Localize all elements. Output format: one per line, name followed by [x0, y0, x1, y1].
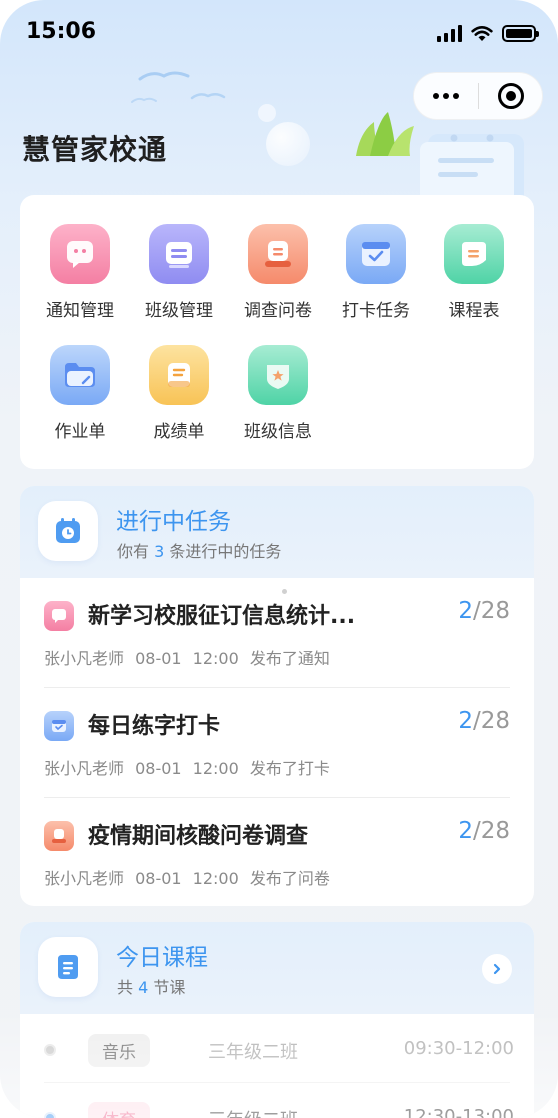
- tasks-section: 进行中任务 你有 3 条进行中的任务 新学习校服征订信息统计... 2/28 张…: [20, 486, 534, 906]
- progress-total: /28: [472, 708, 510, 734]
- phone-screen: 15:06 慧管家校通 通知管理 班级管理 调查问卷 打卡任务 课程表 作业单 …: [0, 0, 558, 1118]
- feature-grid-card: 通知管理 班级管理 调查问卷 打卡任务 课程表 作业单 成绩单 班级信息: [20, 195, 534, 469]
- progress-done: 2: [458, 818, 473, 844]
- course-count: 4: [138, 978, 149, 997]
- grid-label: 调查问卷: [244, 301, 312, 321]
- subject-tag: 音乐: [88, 1034, 150, 1067]
- courses-section-header[interactable]: 今日课程 共 4 节课: [20, 922, 534, 1014]
- grid-item-survey[interactable]: 调查问卷: [228, 224, 328, 321]
- task-meta: 张小凡老师 08-01 12:00 发布了问卷: [44, 869, 330, 888]
- class-manage-icon: [149, 224, 209, 284]
- grid-label: 通知管理: [46, 301, 114, 321]
- subtitle-suffix: 节课: [153, 978, 186, 997]
- grid-item-report-card[interactable]: 成绩单: [129, 345, 229, 442]
- progress-done: 2: [458, 598, 473, 624]
- grid-item-schedule[interactable]: 课程表: [424, 224, 524, 321]
- task-title: 疫情期间核酸问卷调查: [88, 824, 309, 849]
- task-item[interactable]: 每日练字打卡 2/28 张小凡老师 08-01 12:00 发布了打卡: [44, 688, 510, 798]
- task-progress: 2/28: [458, 818, 510, 844]
- task-progress: 2/28: [458, 708, 510, 734]
- progress-done: 2: [458, 708, 473, 734]
- grid-item-checkin[interactable]: 打卡任务: [326, 224, 426, 321]
- task-item[interactable]: 新学习校服征订信息统计... 2/28 张小凡老师 08-01 12:00 发布…: [44, 578, 510, 688]
- checkin-calendar-icon: [346, 224, 406, 284]
- plant-decoration: [356, 112, 414, 156]
- view-all-button[interactable]: [482, 954, 512, 984]
- chevron-right-icon: [493, 963, 501, 975]
- task-title: 新学习校服征订信息统计...: [88, 604, 356, 629]
- grid-item-class-manage[interactable]: 班级管理: [129, 224, 229, 321]
- homework-folder-icon: [50, 345, 110, 405]
- grid-item-class-info[interactable]: 班级信息: [228, 345, 328, 442]
- task-progress: 2/28: [458, 598, 510, 624]
- battery-icon: [502, 25, 539, 42]
- calendar-clock-icon: [56, 518, 80, 543]
- course-time: 12:30-13:00: [403, 1106, 514, 1118]
- survey-icon: [248, 224, 308, 284]
- grid-label: 作业单: [54, 422, 106, 442]
- course-row[interactable]: 音乐 三年级二班 09:30-12:00: [44, 1018, 514, 1082]
- more-button[interactable]: [414, 93, 478, 99]
- task-count: 3: [154, 542, 165, 561]
- course-time: 09:30-12:00: [403, 1038, 514, 1059]
- document-icon: [58, 955, 78, 979]
- report-card-icon: [149, 345, 209, 405]
- grid-label: 打卡任务: [342, 301, 410, 321]
- section-subtitle: 你有 3 条进行中的任务: [117, 538, 281, 562]
- course-class: 三年级二班: [208, 1042, 298, 1063]
- chat-bubble-icon: [50, 224, 110, 284]
- head-icon-box: [38, 937, 98, 997]
- wifi-icon: [471, 26, 493, 41]
- section-title: 进行中任务: [116, 509, 231, 535]
- progress-total: /28: [472, 818, 510, 844]
- checkin-icon: [44, 711, 74, 741]
- survey-icon: [44, 821, 74, 851]
- subtitle-prefix: 你有: [117, 542, 150, 561]
- notepad-decoration: [420, 134, 524, 196]
- subtitle-suffix: 条进行中的任务: [169, 542, 282, 561]
- task-title: 每日练字打卡: [88, 714, 221, 739]
- head-icon-box: [38, 501, 98, 561]
- birds-decoration: [131, 71, 226, 103]
- grid-label: 成绩单: [153, 422, 205, 442]
- courses-section: 今日课程 共 4 节课 音乐 三年级二班 09:30-12:00 体育 三年级二…: [20, 922, 534, 1118]
- timeline-dot: [44, 1044, 56, 1056]
- bubble-decoration-small: [258, 104, 276, 122]
- progress-total: /28: [472, 598, 510, 624]
- bubble-decoration: [266, 122, 310, 166]
- task-meta: 张小凡老师 08-01 12:00 发布了通知: [44, 649, 330, 668]
- grid-item-notice[interactable]: 通知管理: [30, 224, 130, 321]
- grid-label: 班级管理: [145, 301, 213, 321]
- class-info-badge-icon: [248, 345, 308, 405]
- task-item[interactable]: 疫情期间核酸问卷调查 2/28 张小凡老师 08-01 12:00 发布了问卷: [44, 798, 510, 906]
- status-bar: 15:06: [0, 0, 558, 66]
- grid-item-homework[interactable]: 作业单: [30, 345, 130, 442]
- timeline-dot-active: [44, 1112, 56, 1118]
- status-time: 15:06: [26, 19, 97, 44]
- section-subtitle: 共 4 节课: [117, 974, 185, 998]
- signal-icon: [437, 24, 462, 42]
- course-class: 三年级二班: [208, 1106, 298, 1118]
- status-icons: [437, 24, 539, 42]
- task-meta: 张小凡老师 08-01 12:00 发布了打卡: [44, 759, 330, 778]
- notice-icon: [44, 601, 74, 631]
- mini-program-capsule: [413, 72, 543, 120]
- subject-tag: 体育: [88, 1102, 150, 1118]
- tasks-section-header[interactable]: 进行中任务 你有 3 条进行中的任务: [20, 486, 534, 578]
- grid-label: 班级信息: [244, 422, 312, 442]
- divider: [44, 1082, 510, 1083]
- grid-label: 课程表: [448, 301, 500, 321]
- app-title: 慧管家校通: [22, 133, 168, 166]
- course-row[interactable]: 体育 三年级二班 12:30-13:00: [44, 1086, 514, 1118]
- close-miniprogram-button[interactable]: [479, 83, 542, 109]
- section-title: 今日课程: [116, 945, 208, 971]
- schedule-icon: [444, 224, 504, 284]
- subtitle-prefix: 共: [117, 978, 134, 997]
- target-icon: [497, 83, 524, 109]
